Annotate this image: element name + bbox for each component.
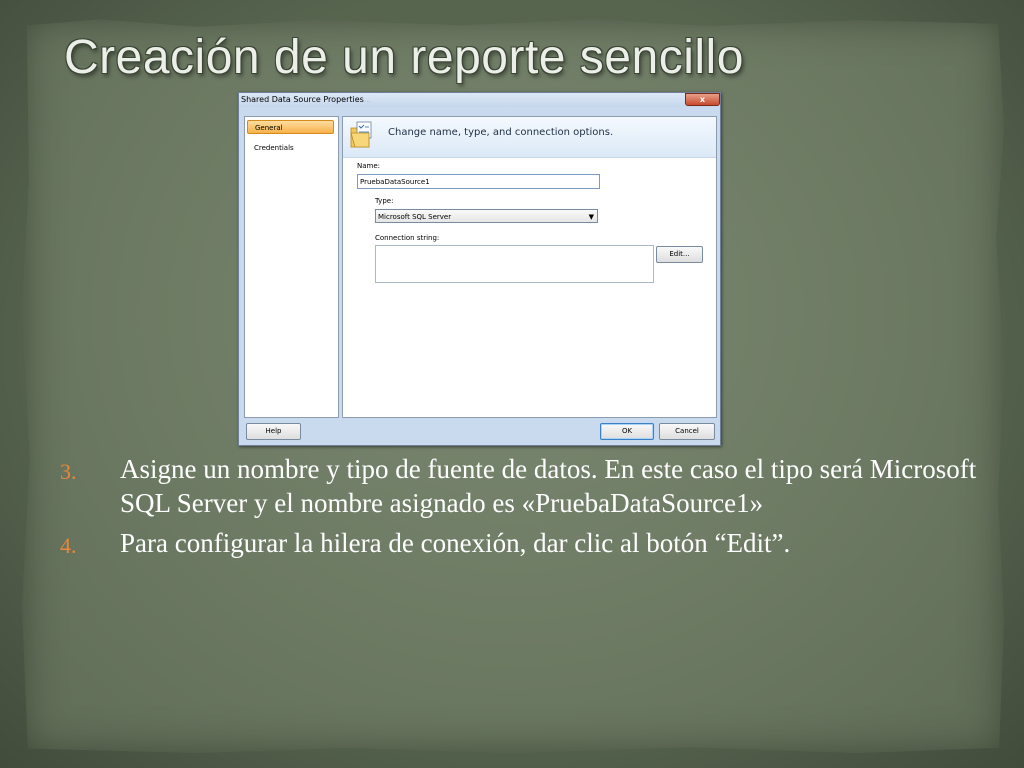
dialog-title-background-text: ... (364, 96, 371, 104)
list-item: 4. Para configurar la hilera de conexión… (60, 526, 980, 560)
dialog-titlebar[interactable]: Shared Data Source Properties ... x (239, 93, 720, 107)
close-button[interactable]: x (685, 93, 720, 106)
slide-title: Creación de un reporte sencillo (64, 31, 744, 84)
header-text: Change name, type, and connection option… (388, 127, 614, 138)
type-label: Type: (375, 197, 394, 205)
cancel-button[interactable]: Cancel (659, 423, 715, 440)
list-item-text: Para configurar la hilera de conexión, d… (120, 528, 791, 558)
edit-button[interactable]: Edit... (656, 246, 703, 263)
name-input[interactable]: PruebaDataSource1 (357, 174, 600, 189)
list-item-text: Asigne un nombre y tipo de fuente de dat… (120, 454, 977, 518)
list-item: 3. Asigne un nombre y tipo de fuente de … (60, 452, 980, 520)
connection-string-input[interactable] (375, 245, 654, 283)
ok-button[interactable]: OK (600, 423, 654, 440)
name-label: Name: (357, 162, 381, 170)
type-select-value: Microsoft SQL Server (378, 213, 452, 221)
list-item-number: 3. (60, 459, 77, 484)
shared-data-source-dialog: Shared Data Source Properties ... x Gene… (238, 92, 721, 446)
type-select[interactable]: Microsoft SQL Server ▼ (375, 209, 598, 223)
dialog-body: General Credentials Change name, type, a… (243, 113, 717, 419)
list-item-number: 4. (60, 533, 77, 558)
help-button[interactable]: Help (246, 423, 301, 440)
folder-properties-icon (350, 121, 372, 148)
nav-pane: General Credentials (244, 116, 339, 418)
nav-item-credentials[interactable]: Credentials (247, 141, 334, 155)
instruction-list: 3. Asigne un nombre y tipo de fuente de … (60, 452, 980, 566)
content-pane: Change name, type, and connection option… (342, 116, 717, 418)
chevron-down-icon: ▼ (588, 213, 594, 221)
dialog-title: Shared Data Source Properties (241, 95, 364, 104)
nav-item-general[interactable]: General (247, 120, 334, 134)
header-band: Change name, type, and connection option… (343, 117, 716, 158)
connection-string-label: Connection string: (375, 234, 440, 242)
